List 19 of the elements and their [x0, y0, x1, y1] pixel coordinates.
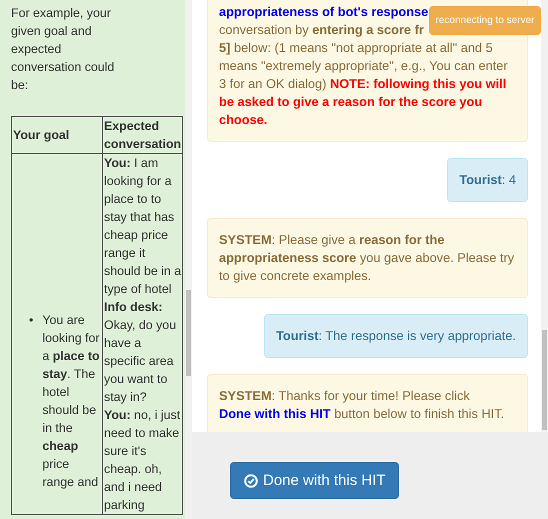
- toast-notification: reconnecting to server: [429, 6, 541, 35]
- goal-text: You are looking for a place to stay. The hotel should be in the cheap price range and: [42, 312, 101, 491]
- link[interactable]: appropriateness of bot's response: [219, 4, 428, 19]
- scrollbar[interactable]: [541, 0, 548, 432]
- scrollbar[interactable]: [185, 0, 192, 519]
- intro-text: For example, your given goal and expected conversation could be:: [10, 5, 116, 94]
- table-header: Your goal: [12, 116, 102, 154]
- user-message: Tourist: 4: [447, 158, 528, 202]
- table-header: Expected conversation: [102, 116, 182, 154]
- bullet: •: [29, 312, 34, 329]
- done-button[interactable]: Done with this HIT: [230, 462, 399, 499]
- conversation-turn: You: no, i just need to make sure it's cheap. oh, and i need parking: [104, 407, 182, 514]
- user-message: Tourist: The response is very appropriate.: [264, 314, 528, 358]
- system-message: SYSTEM: Please give a reason for the appropriateness score you gave above. Please try to give concrete examples.: [207, 218, 528, 298]
- conversation-turn: Info desk: Okay, do you have a specific area you want to stay in?: [104, 299, 178, 406]
- system-message: SYSTEM: Thanks for your time! Please click Done with this HIT button below to finish this HIT.: [207, 374, 528, 432]
- conversation-turn: You: I am looking for a place to to stay that has cheap price range it should be in a type of hotel: [104, 155, 182, 298]
- link[interactable]: Done with this HIT: [219, 406, 331, 421]
- check-circle-icon: [244, 474, 258, 488]
